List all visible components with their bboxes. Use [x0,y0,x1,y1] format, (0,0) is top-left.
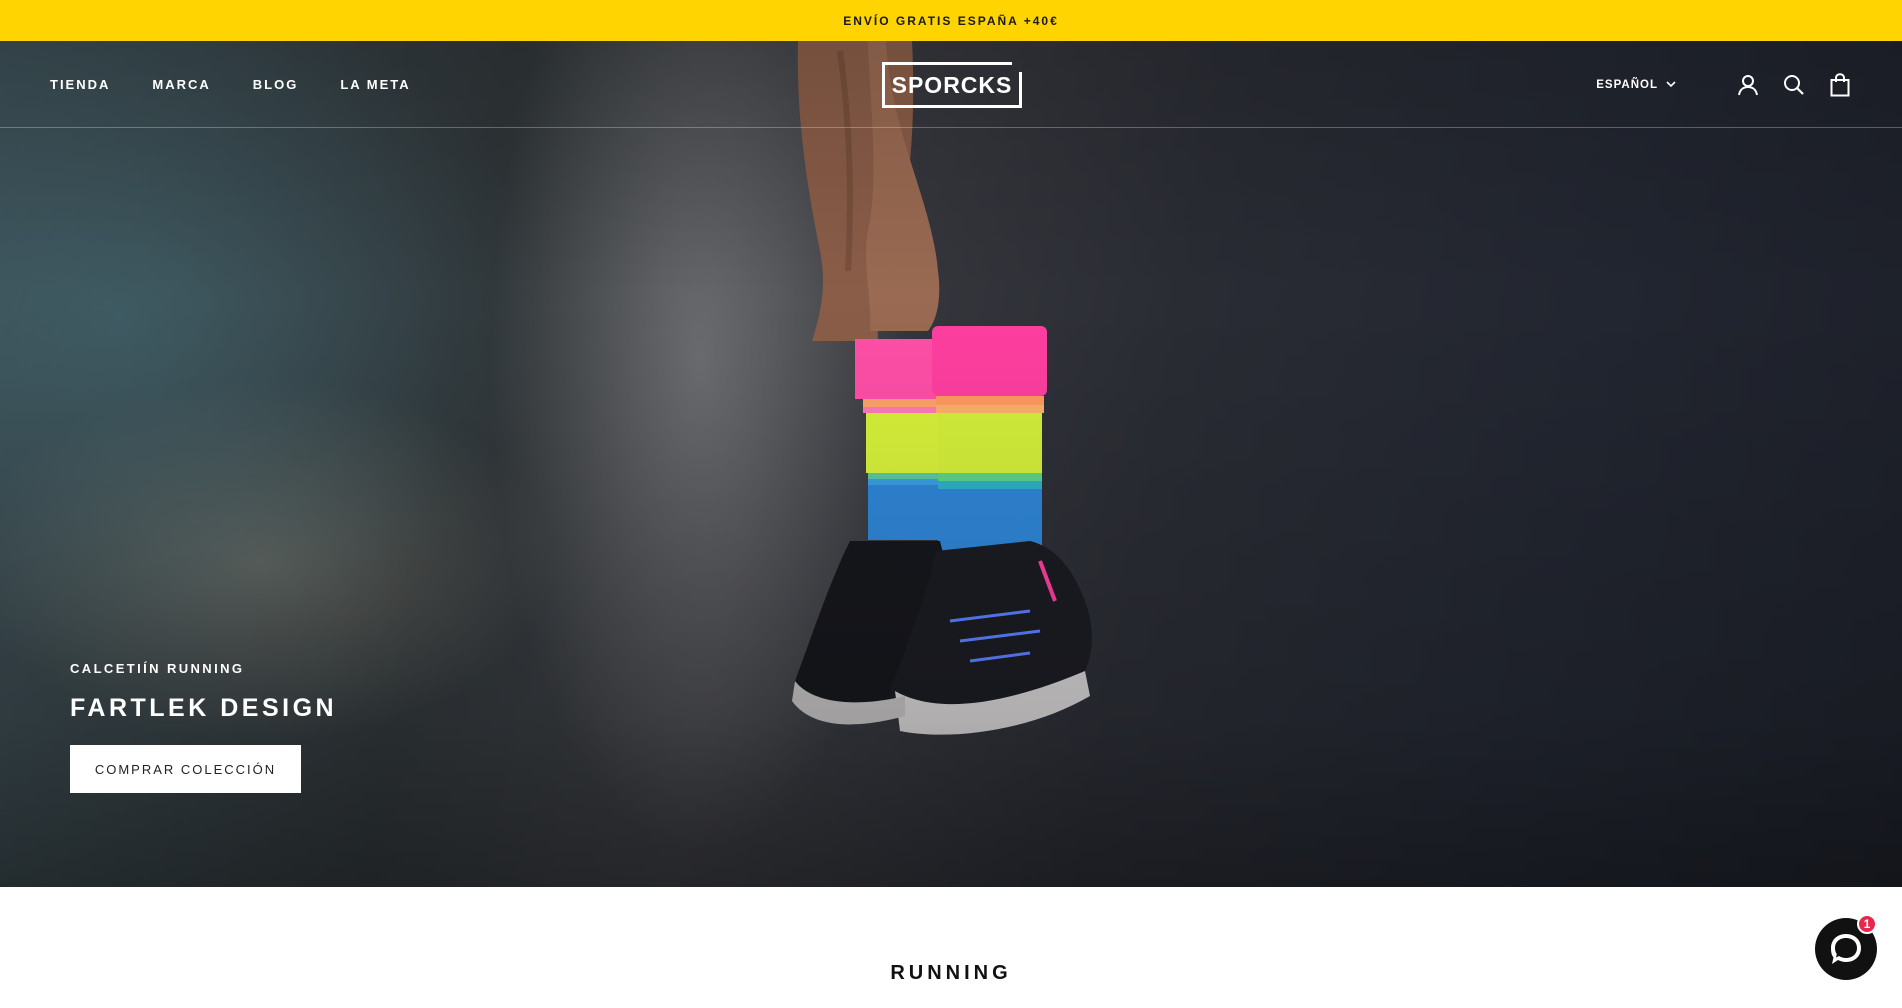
account-button[interactable] [1734,71,1762,99]
search-icon [1784,74,1804,95]
hero-image-runner-legs [792,41,1092,735]
language-label: ESPAÑOL [1596,78,1658,91]
hero-title: FARTLEK DESIGN [70,694,338,722]
nav-link-la-meta[interactable]: LA META [340,77,410,92]
user-icon [1738,74,1758,95]
language-selector[interactable]: ESPAÑOL [1596,79,1676,91]
header-actions: ESPAÑOL [1596,41,1854,128]
nav-link-blog[interactable]: BLOG [253,77,299,92]
chevron-down-icon [1666,81,1676,88]
hero-content: CALCETIÍN RUNNING FARTLEK DESIGN COMPRAR… [70,661,337,793]
hero-eyebrow: CALCETIÍN RUNNING [70,661,245,676]
nav-link-tienda[interactable]: TIENDA [50,77,110,92]
site-header: TIENDA MARCA BLOG LA META SPORCKS ESPAÑO… [0,41,1902,128]
chat-notification-badge: 1 [1857,914,1877,934]
logo[interactable]: SPORCKS [882,62,1022,108]
main-nav: TIENDA MARCA BLOG LA META [50,41,411,128]
announcement-bar: ENVÍO GRATIS ESPAÑA +40€ [0,0,1902,41]
section-title: RUNNING [890,962,1012,984]
cart-button[interactable] [1826,71,1854,99]
bag-icon [1830,72,1850,96]
search-button[interactable] [1780,71,1808,99]
announcement-text: ENVÍO GRATIS ESPAÑA +40€ [843,13,1059,28]
shop-collection-button[interactable]: COMPRAR COLECCIÓN [70,745,301,793]
nav-link-marca[interactable]: MARCA [152,77,210,92]
logo-text: SPORCKS [891,71,1013,98]
chat-bubble-icon [1831,934,1861,964]
